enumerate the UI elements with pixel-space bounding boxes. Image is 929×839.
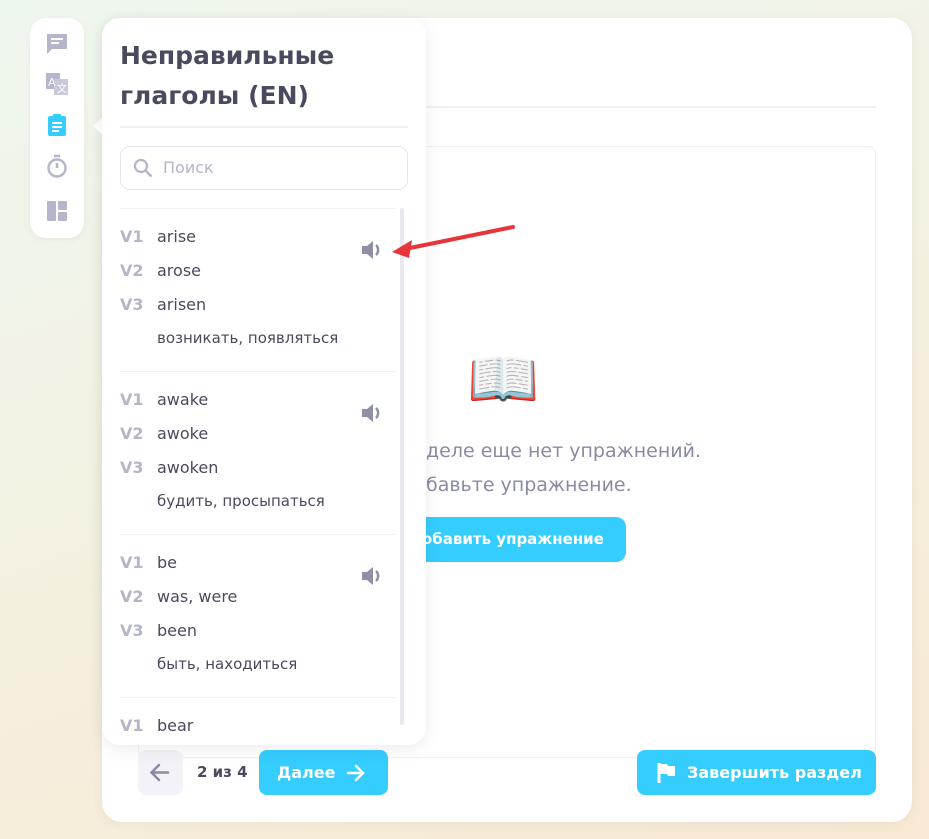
v2-value: awoke — [157, 424, 209, 443]
v3-row: V3 awoken — [120, 458, 218, 477]
v1-value: bear — [157, 716, 194, 735]
next-button[interactable]: Далее — [259, 750, 388, 795]
next-label: Далее — [277, 763, 336, 782]
v2-row: V2 arose — [120, 261, 201, 280]
translation: возникать, появляться — [157, 329, 339, 347]
v1-row: V1 arise — [120, 227, 196, 246]
title-divider — [120, 126, 408, 128]
speaker-icon[interactable] — [360, 565, 384, 587]
speaker-icon[interactable] — [360, 402, 384, 424]
search-input[interactable] — [163, 158, 393, 177]
timer-icon[interactable] — [45, 154, 69, 178]
clipboard-icon[interactable] — [45, 113, 69, 137]
search-icon — [133, 158, 153, 178]
translate-icon[interactable]: A文 — [45, 72, 69, 96]
header-divider — [420, 106, 876, 108]
v1-label: V1 — [120, 390, 144, 409]
v3-row: V3 been — [120, 621, 197, 640]
verb-entry: V1 be V2 was, were V3 been быть, находиться — [120, 534, 396, 697]
finish-label: Завершить раздел — [687, 763, 862, 782]
page-indicator: 2 из 4 — [197, 763, 248, 781]
translation: быть, находиться — [157, 655, 298, 673]
book-icon: 📖 — [467, 345, 540, 413]
verb-entry: V1 arise V2 arose V3 arisen возникать, появ… — [120, 208, 396, 371]
v2-label: V2 — [120, 424, 144, 443]
scrollbar[interactable] — [400, 208, 404, 725]
irregular-verbs-panel: Неправильные глаголы (EN) V1 arise V2 aros… — [102, 18, 426, 745]
v3-value: been — [157, 621, 197, 640]
arrow-right-icon — [346, 764, 365, 782]
back-button[interactable] — [138, 750, 183, 795]
v1-label: V1 — [120, 553, 144, 572]
add-exercise-button[interactable]: обавить упражнение — [420, 517, 626, 562]
v3-label: V3 — [120, 295, 144, 314]
empty-message-line1: деле еще нет упражнений. — [426, 440, 701, 462]
v1-row: V1 be — [120, 553, 177, 572]
layout-icon[interactable] — [45, 199, 69, 223]
v3-label: V3 — [120, 621, 144, 640]
v2-value: was, were — [157, 587, 238, 606]
translation: будить, просыпаться — [157, 492, 325, 510]
v1-label: V1 — [120, 227, 144, 246]
chat-icon[interactable] — [45, 32, 69, 56]
v1-label: V1 — [120, 716, 144, 735]
speaker-icon[interactable] — [360, 239, 384, 261]
tool-rail: A文 — [30, 18, 84, 238]
v3-row: V3 arisen — [120, 295, 206, 314]
verb-list: V1 arise V2 arose V3 arisen возникать, появ… — [120, 208, 398, 745]
v3-value: arisen — [157, 295, 207, 314]
v2-row: V2 was, were — [120, 587, 237, 606]
v2-label: V2 — [120, 587, 144, 606]
v3-value: awoken — [157, 458, 219, 477]
svg-text:文: 文 — [57, 82, 67, 95]
verb-entry: V1 awake V2 awoke V3 awoken будить, просыпа… — [120, 371, 396, 534]
finish-section-button[interactable]: Завершить раздел — [637, 750, 876, 795]
v1-row: V1 bear — [120, 716, 193, 735]
verb-entry: V1 bear — [120, 697, 396, 745]
v3-label: V3 — [120, 458, 144, 477]
arrow-left-icon — [149, 763, 170, 782]
v1-value: arise — [157, 227, 197, 246]
v2-label: V2 — [120, 261, 144, 280]
search-box[interactable] — [120, 146, 408, 190]
svg-text:A: A — [48, 76, 56, 89]
empty-message-line2: бавьте упражнение. — [426, 474, 632, 496]
v2-value: arose — [157, 261, 201, 280]
v1-value: be — [157, 553, 177, 572]
panel-title: Неправильные глаголы (EN) — [120, 41, 335, 110]
v2-row: V2 awoke — [120, 424, 208, 443]
v1-value: awake — [157, 390, 209, 409]
flag-icon — [657, 763, 675, 783]
v1-row: V1 awake — [120, 390, 208, 409]
